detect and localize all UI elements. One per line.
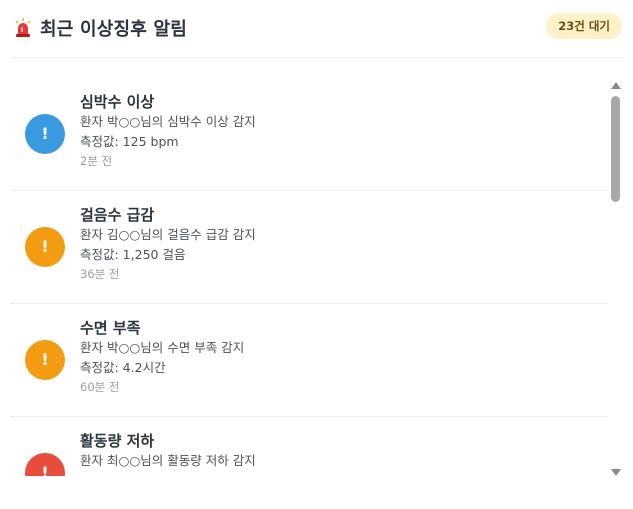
page-title: 최근 이상징후 알림 — [40, 19, 188, 40]
alert-icon: ! — [25, 340, 65, 380]
scroll-thumb[interactable] — [611, 96, 620, 202]
alert-description: 환자 최○○님의 활동량 저하 감지 — [80, 453, 256, 468]
alert-title: 심박수 이상 — [80, 93, 155, 111]
scroll-up-icon[interactable] — [611, 82, 621, 89]
alert-time: 36분 전 — [80, 267, 120, 281]
alert-title: 걸음수 급감 — [80, 206, 155, 224]
alert-icon: ! — [25, 227, 65, 267]
alert-value: 측정값: 125 bpm — [80, 134, 179, 149]
scrollbar[interactable] — [610, 80, 622, 476]
alert-icon: ! — [25, 114, 65, 154]
alert-description: 환자 김○○님의 걸음수 급감 감지 — [80, 227, 256, 242]
alert-time: 60분 전 — [80, 380, 120, 394]
alert-title: 수면 부족 — [80, 319, 141, 337]
panel-header: 최근 이상징후 알림 23건 대기 — [0, 0, 633, 57]
scroll-down-icon[interactable] — [611, 469, 621, 476]
alert-item-step-count[interactable]: ! 걸음수 급감 환자 김○○님의 걸음수 급감 감지 측정값: 1,250 걸… — [10, 191, 608, 304]
alert-value: 측정값: 4.2시간 — [80, 360, 166, 375]
alert-icon: ! — [25, 453, 65, 476]
alert-item-activity[interactable]: ! 활동량 저하 환자 최○○님의 활동량 저하 감지 — [10, 417, 608, 476]
alert-item-sleep[interactable]: ! 수면 부족 환자 박○○님의 수면 부족 감지 측정값: 4.2시간 60분… — [10, 304, 608, 417]
alert-time: 2분 전 — [80, 154, 113, 168]
alert-description: 환자 박○○님의 수면 부족 감지 — [80, 340, 245, 355]
alert-title: 활동량 저하 — [80, 432, 155, 450]
alert-description: 환자 박○○님의 심박수 이상 감지 — [80, 114, 256, 129]
siren-icon — [15, 18, 31, 37]
alert-value: 측정값: 1,250 걸음 — [80, 247, 186, 262]
alerts-panel: 최근 이상징후 알림 23건 대기 ! 심박수 이상 환자 박○○님의 심박수 … — [0, 0, 633, 509]
alert-list[interactable]: ! 심박수 이상 환자 박○○님의 심박수 이상 감지 측정값: 125 bpm… — [10, 58, 608, 476]
alert-item-heart-rate[interactable]: ! 심박수 이상 환자 박○○님의 심박수 이상 감지 측정값: 125 bpm… — [10, 58, 608, 191]
pending-count-badge: 23건 대기 — [546, 13, 622, 39]
